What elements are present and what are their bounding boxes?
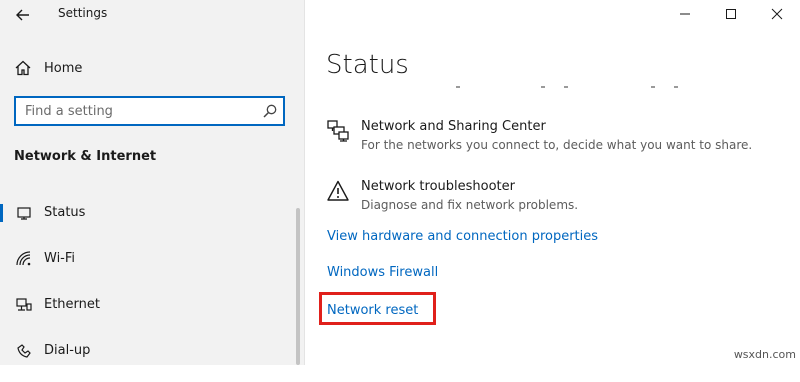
sharing-center-icon xyxy=(327,120,349,142)
home-label: Home xyxy=(44,60,83,76)
section-heading: Network & Internet xyxy=(14,149,157,164)
sidebar-item-dialup[interactable]: Dial-up xyxy=(0,336,300,382)
setting-description: For the networks you connect to, decide … xyxy=(361,138,753,152)
wifi-icon xyxy=(16,251,31,266)
home-nav-item[interactable]: Home xyxy=(14,56,254,80)
main-pane: Status Network and Sharing Center For th… xyxy=(305,0,800,365)
app-title: Settings xyxy=(58,6,108,20)
maximize-button[interactable] xyxy=(708,0,754,28)
sidebar-item-label: Status xyxy=(44,205,86,220)
minimize-button[interactable] xyxy=(662,0,708,28)
window-controls xyxy=(662,0,800,28)
status-icon xyxy=(17,207,31,220)
sidebar-item-status[interactable]: Status xyxy=(0,198,300,244)
sidebar: Settings Home Network & Internet St xyxy=(0,0,305,365)
close-button[interactable] xyxy=(754,0,800,28)
sidebar-item-ethernet[interactable]: Ethernet xyxy=(0,290,300,336)
minimize-icon xyxy=(680,13,690,15)
maximize-icon xyxy=(726,9,736,19)
back-arrow-icon xyxy=(16,9,29,21)
setting-title: Network troubleshooter xyxy=(361,179,515,194)
ethernet-icon xyxy=(16,298,32,311)
back-button[interactable] xyxy=(12,4,34,26)
search-input[interactable] xyxy=(25,102,250,120)
sidebar-scrollbar[interactable] xyxy=(296,208,300,365)
sidebar-item-label: Ethernet xyxy=(44,297,100,312)
warning-icon xyxy=(327,180,349,201)
search-box[interactable] xyxy=(14,96,285,126)
settings-window: Settings Home Network & Internet St xyxy=(0,0,800,365)
sidebar-item-label: Dial-up xyxy=(44,343,91,358)
setting-title: Network and Sharing Center xyxy=(361,119,546,134)
setting-description: Diagnose and fix network problems. xyxy=(361,198,579,212)
windows-firewall-link[interactable]: Windows Firewall xyxy=(327,265,438,280)
sidebar-item-wifi[interactable]: Wi-Fi xyxy=(0,244,300,290)
sidebar-item-label: Wi-Fi xyxy=(44,251,76,266)
search-icon[interactable] xyxy=(262,103,278,119)
dialup-icon xyxy=(17,344,31,358)
home-icon xyxy=(15,60,31,76)
selection-indicator xyxy=(0,204,3,222)
view-hardware-link[interactable]: View hardware and connection properties xyxy=(327,229,598,244)
watermark: wsxdn.com xyxy=(733,348,796,361)
page-title: Status xyxy=(326,50,409,80)
sidebar-nav: Status Wi-Fi Ethernet Dial-up xyxy=(0,198,300,382)
close-icon xyxy=(771,8,783,20)
scroll-remnant-divider xyxy=(456,86,678,88)
highlight-box xyxy=(319,292,436,325)
